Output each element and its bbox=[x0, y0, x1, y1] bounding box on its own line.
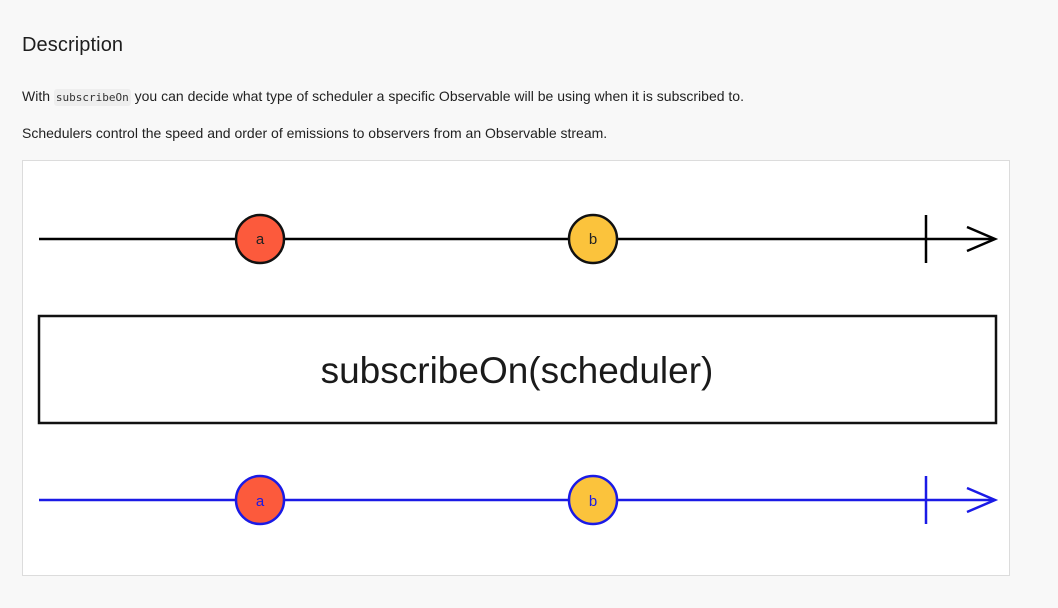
input-marble-a-label: a bbox=[256, 231, 265, 248]
inline-code-subscribeon: subscribeOn bbox=[53, 89, 131, 106]
input-marble-a: a bbox=[234, 213, 286, 265]
paragraph-text-before: With bbox=[22, 88, 54, 104]
input-stream: a b bbox=[39, 213, 999, 265]
page: Description With subscribeOn you can dec… bbox=[0, 0, 1058, 608]
description-paragraph-1: With subscribeOn you can decide what typ… bbox=[22, 88, 744, 106]
operator-label: subscribeOn(scheduler) bbox=[321, 350, 714, 391]
input-marble-b-label: b bbox=[589, 231, 597, 248]
paragraph-text-after: you can decide what type of scheduler a … bbox=[130, 88, 744, 104]
section-heading: Description bbox=[22, 34, 124, 56]
output-marble-a-label: a bbox=[256, 493, 265, 510]
marble-diagram-svg: a b subscribeOn(scheduler) a b bbox=[37, 213, 999, 526]
output-marble-a: a bbox=[234, 474, 286, 526]
operator-box: subscribeOn(scheduler) bbox=[37, 314, 998, 425]
input-marble-b: b bbox=[567, 213, 619, 265]
marble-diagram: a b subscribeOn(scheduler) a b bbox=[22, 160, 1010, 576]
output-marble-b: b bbox=[567, 474, 619, 526]
output-marble-b-label: b bbox=[589, 493, 597, 510]
output-stream: a b bbox=[39, 474, 999, 526]
description-paragraph-2: Schedulers control the speed and order o… bbox=[22, 125, 608, 141]
